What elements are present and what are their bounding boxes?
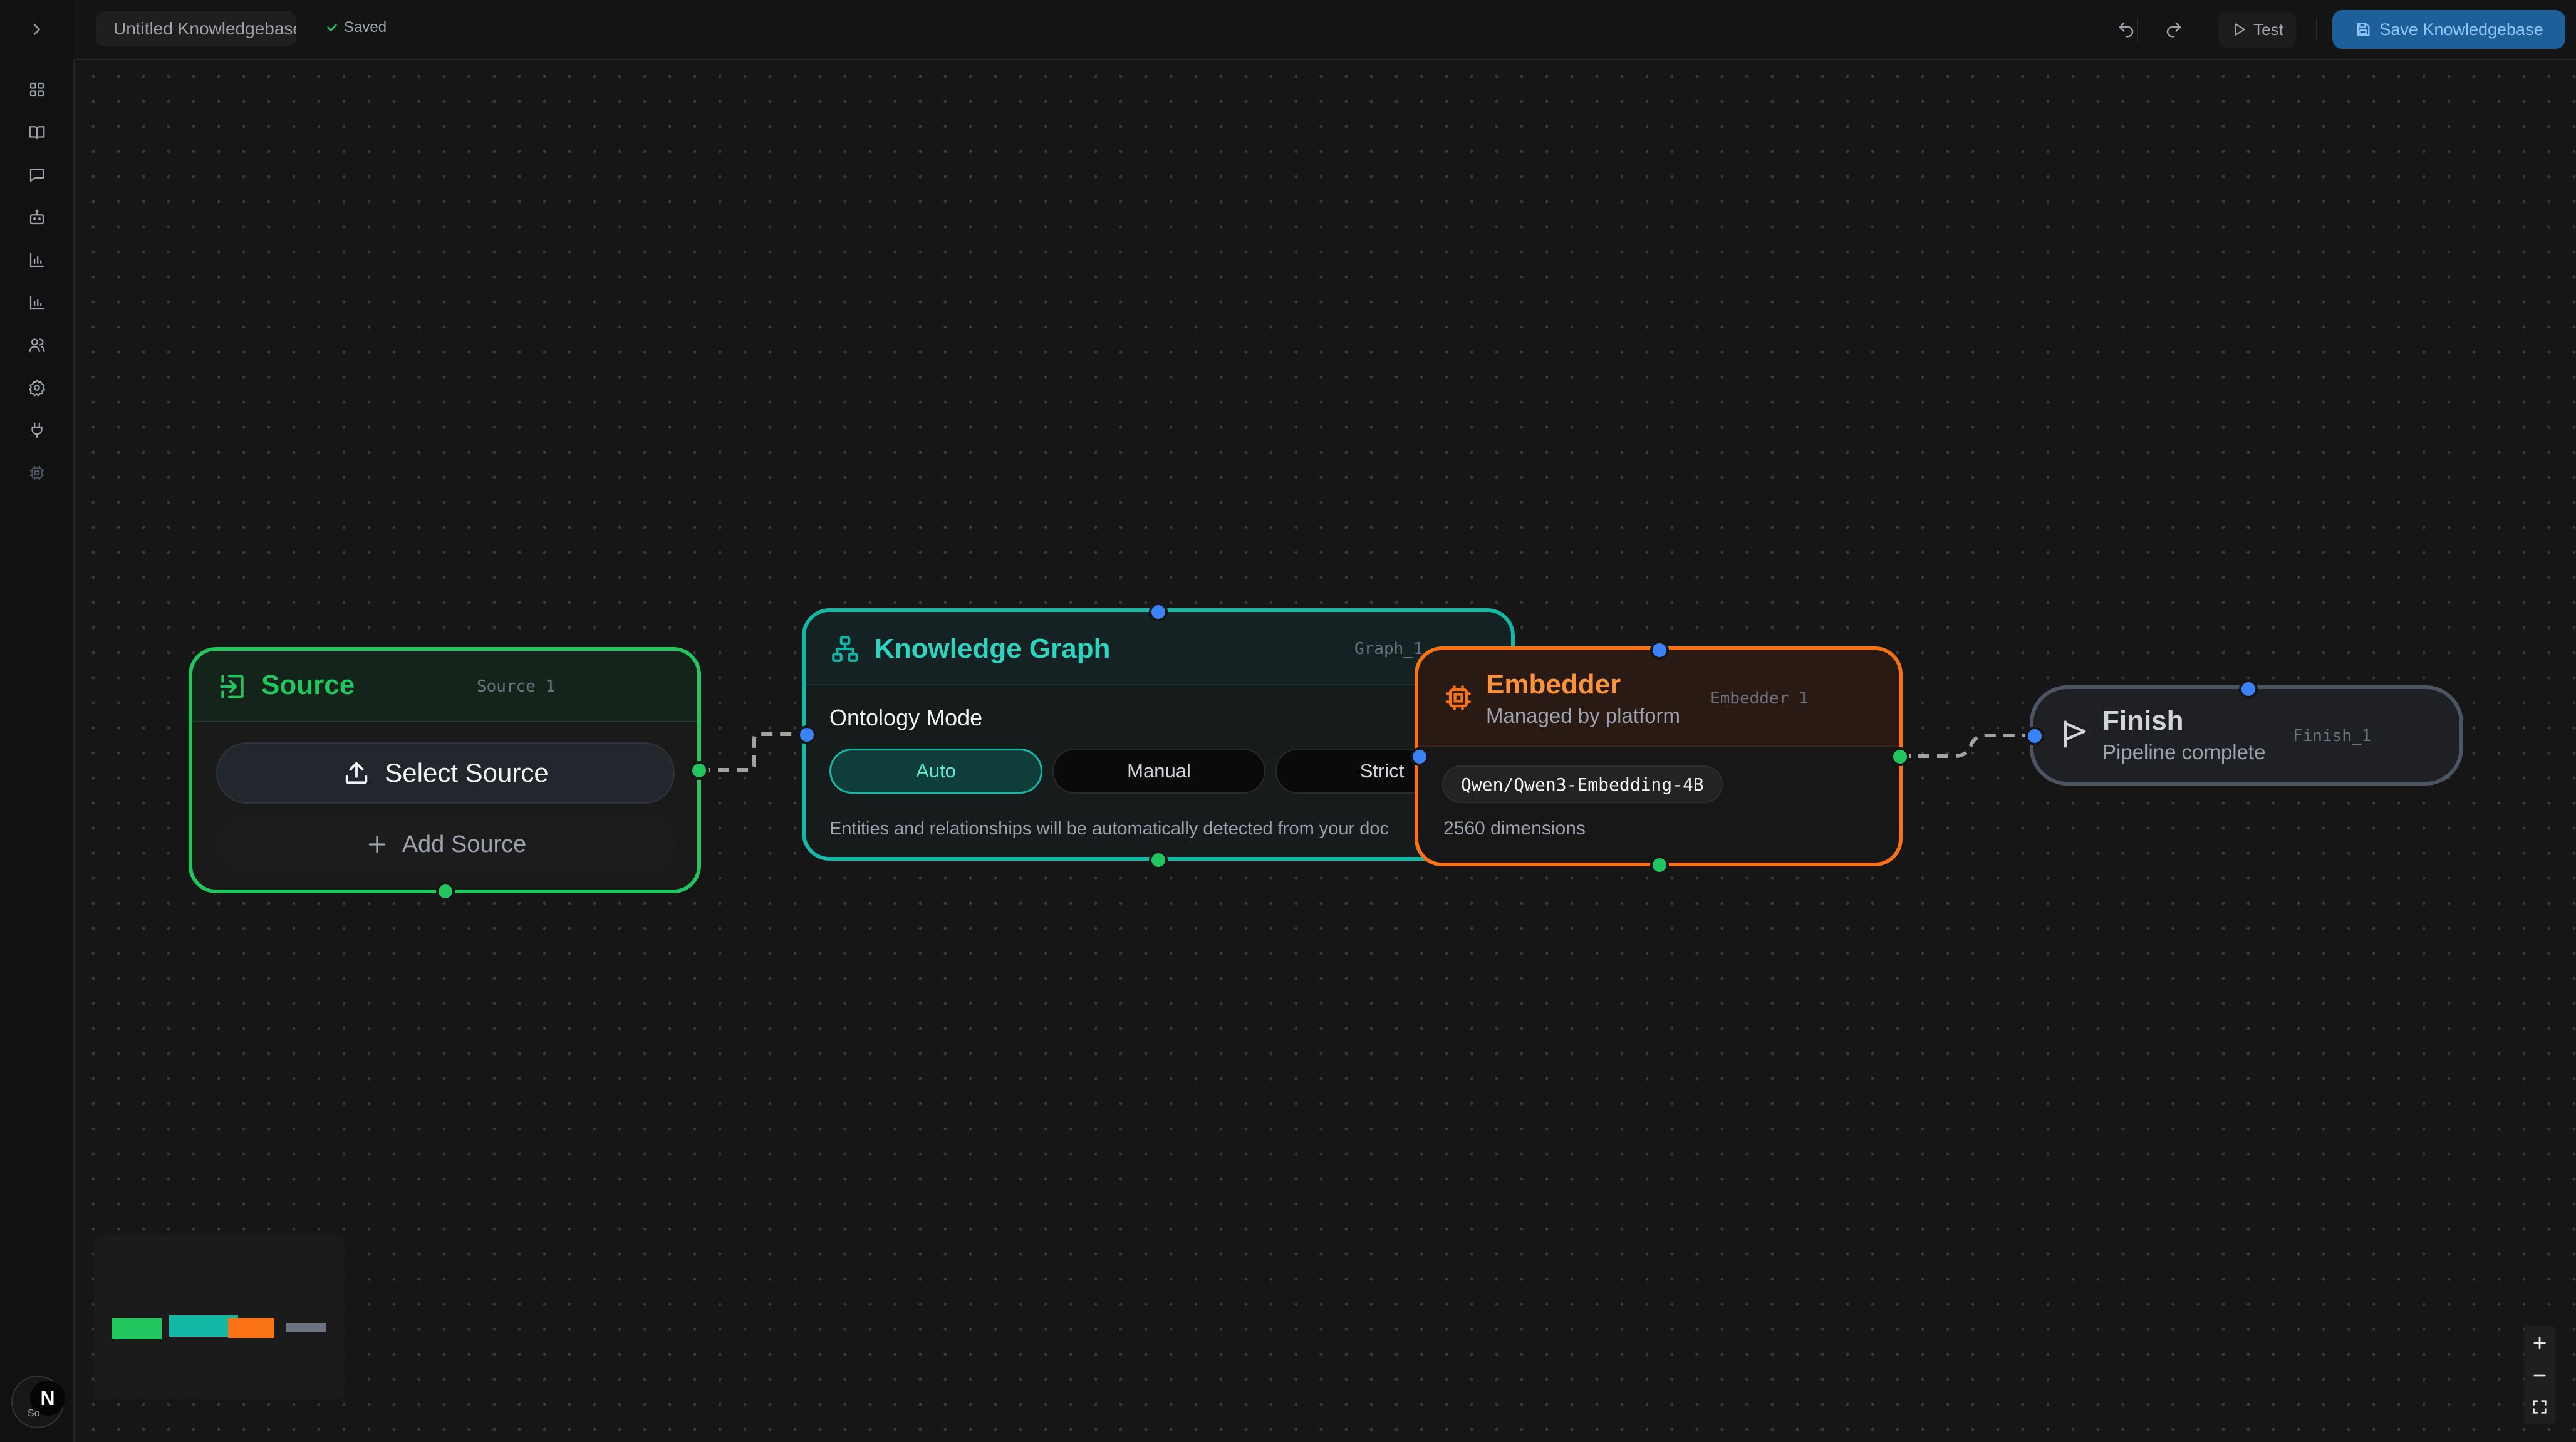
source-node[interactable]: Source Source_1 Select Source Add Source xyxy=(189,647,701,893)
source-output-handle[interactable] xyxy=(690,761,709,780)
plug-icon xyxy=(31,422,43,438)
chip-icon xyxy=(29,465,44,480)
knowledge-graph-top-handle[interactable] xyxy=(1149,603,1168,621)
zoom-controls xyxy=(2524,1326,2555,1424)
embedding-model-chip[interactable]: Qwen/Qwen3-Embedding-4B xyxy=(1442,765,1723,803)
user-avatar[interactable]: N So xyxy=(11,1376,65,1428)
toolbar-divider xyxy=(2137,18,2138,41)
sidebar-toggle-button[interactable] xyxy=(24,16,50,43)
finish-node[interactable]: Finish Pipeline complete Finish_1 xyxy=(2030,685,2463,786)
knowledge-graph-node-header: Knowledge Graph Graph_1 xyxy=(806,612,1511,685)
source-bottom-handle[interactable] xyxy=(436,882,455,901)
minimap-source-node xyxy=(112,1318,162,1339)
save-status: Saved xyxy=(325,19,387,36)
embedder-node-subtitle: Managed by platform xyxy=(1486,704,1681,727)
knowledge-graph-bottom-handle[interactable] xyxy=(1149,851,1168,869)
avatar-subtext: So xyxy=(28,1408,40,1419)
knowledge-graph-node-id: Graph_1 xyxy=(1354,640,1423,658)
chevron-right-icon xyxy=(34,24,40,35)
sidebar-item-users[interactable] xyxy=(24,332,50,358)
zoom-out-button[interactable] xyxy=(2524,1360,2555,1391)
embedder-top-handle[interactable] xyxy=(1650,641,1669,660)
sidebar-item-knowledge[interactable] xyxy=(24,119,50,145)
settings-icon xyxy=(29,380,45,397)
layout-grid-icon xyxy=(29,82,44,97)
upload-icon xyxy=(346,762,368,784)
finish-input-handle[interactable] xyxy=(2025,727,2044,745)
ontology-mode-manual[interactable]: Manual xyxy=(1052,749,1265,794)
book-open-icon xyxy=(29,126,45,140)
users-icon xyxy=(29,338,45,353)
sidebar-item-dashboard[interactable] xyxy=(24,76,50,103)
message-square-icon xyxy=(29,169,44,182)
embedding-dimensions: 2560 dimensions xyxy=(1443,818,1586,839)
check-icon xyxy=(327,24,337,31)
bot-icon xyxy=(29,209,44,225)
log-in-icon xyxy=(220,675,244,698)
plus-icon xyxy=(368,836,386,853)
network-icon xyxy=(832,636,858,662)
bar-chart-icon xyxy=(29,295,44,310)
finish-node-title: Finish xyxy=(2102,705,2184,736)
embedder-input-handle[interactable] xyxy=(1410,747,1429,766)
select-source-label: Select Source xyxy=(385,758,549,787)
plus-icon xyxy=(2533,1337,2546,1349)
knowledge-graph-node-title: Knowledge Graph xyxy=(875,633,1111,664)
source-node-header: Source Source_1 xyxy=(192,651,697,722)
ontology-mode-auto[interactable]: Auto xyxy=(829,749,1042,794)
sidebar-item-agents[interactable] xyxy=(24,204,50,231)
maximize-icon xyxy=(2533,1400,2547,1414)
play-icon xyxy=(2235,23,2245,36)
embedder-node-header: Embedder Managed by platform Embedder_1 xyxy=(1418,650,1899,747)
minimap[interactable] xyxy=(94,1235,345,1399)
redo-button[interactable] xyxy=(2159,15,2188,44)
bar-chart-icon xyxy=(29,252,44,267)
save-knowledgebase-button[interactable]: Save Knowledgebase xyxy=(2332,10,2565,49)
embedder-bottom-handle[interactable] xyxy=(1650,856,1669,874)
finish-node-subtitle: Pipeline complete xyxy=(2102,740,2266,764)
test-button-label: Test xyxy=(2253,19,2283,39)
source-node-title: Source xyxy=(261,670,355,700)
zoom-in-button[interactable] xyxy=(2524,1327,2555,1359)
sidebar-item-chat[interactable] xyxy=(24,162,50,188)
save-icon xyxy=(2357,23,2370,36)
finish-node-id: Finish_1 xyxy=(2293,727,2372,745)
sidebar-item-analytics[interactable] xyxy=(24,247,50,273)
source-node-id: Source_1 xyxy=(477,677,556,696)
redo-icon xyxy=(2166,22,2181,38)
test-button[interactable]: Test xyxy=(2218,11,2296,48)
embedder-node[interactable]: Embedder Managed by platform Embedder_1 … xyxy=(1415,646,1903,866)
embedder-node-id: Embedder_1 xyxy=(1710,689,1809,708)
sidebar: N So xyxy=(0,0,75,1442)
finish-top-handle[interactable] xyxy=(2239,680,2258,698)
minimap-finish-node xyxy=(286,1323,326,1332)
minus-icon xyxy=(2533,1374,2546,1377)
undo-icon xyxy=(2119,22,2134,38)
add-source-label: Add Source xyxy=(402,831,527,858)
knowledgebase-title-input[interactable]: Untitled Knowledgebase xyxy=(96,11,296,46)
knowledge-graph-node[interactable]: Knowledge Graph Graph_1 Ontology Mode Au… xyxy=(802,608,1515,861)
embedder-output-handle[interactable] xyxy=(1891,747,1909,766)
sidebar-item-integrations[interactable] xyxy=(24,417,50,443)
top-bar: Untitled Knowledgebase Saved Test Save K… xyxy=(73,0,2576,60)
add-source-button[interactable]: Add Source xyxy=(216,816,675,873)
embedder-node-title: Embedder xyxy=(1486,669,1621,700)
fit-view-button[interactable] xyxy=(2524,1391,2555,1423)
knowledge-graph-input-handle[interactable] xyxy=(797,725,816,744)
flag-icon xyxy=(2064,720,2086,748)
ontology-mode-description: Entities and relationships will be autom… xyxy=(829,819,1389,839)
minimap-embedder-node xyxy=(228,1318,274,1338)
sidebar-item-reports[interactable] xyxy=(24,289,50,316)
sidebar-item-models[interactable] xyxy=(24,460,50,486)
ontology-mode-label: Ontology Mode xyxy=(829,705,983,730)
save-status-label: Saved xyxy=(344,19,387,36)
sidebar-item-settings[interactable] xyxy=(24,375,50,401)
cpu-icon xyxy=(1446,685,1471,710)
toolbar-divider xyxy=(2316,18,2317,41)
select-source-button[interactable]: Select Source xyxy=(216,742,675,804)
save-knowledgebase-label: Save Knowledgebase xyxy=(2379,19,2543,39)
